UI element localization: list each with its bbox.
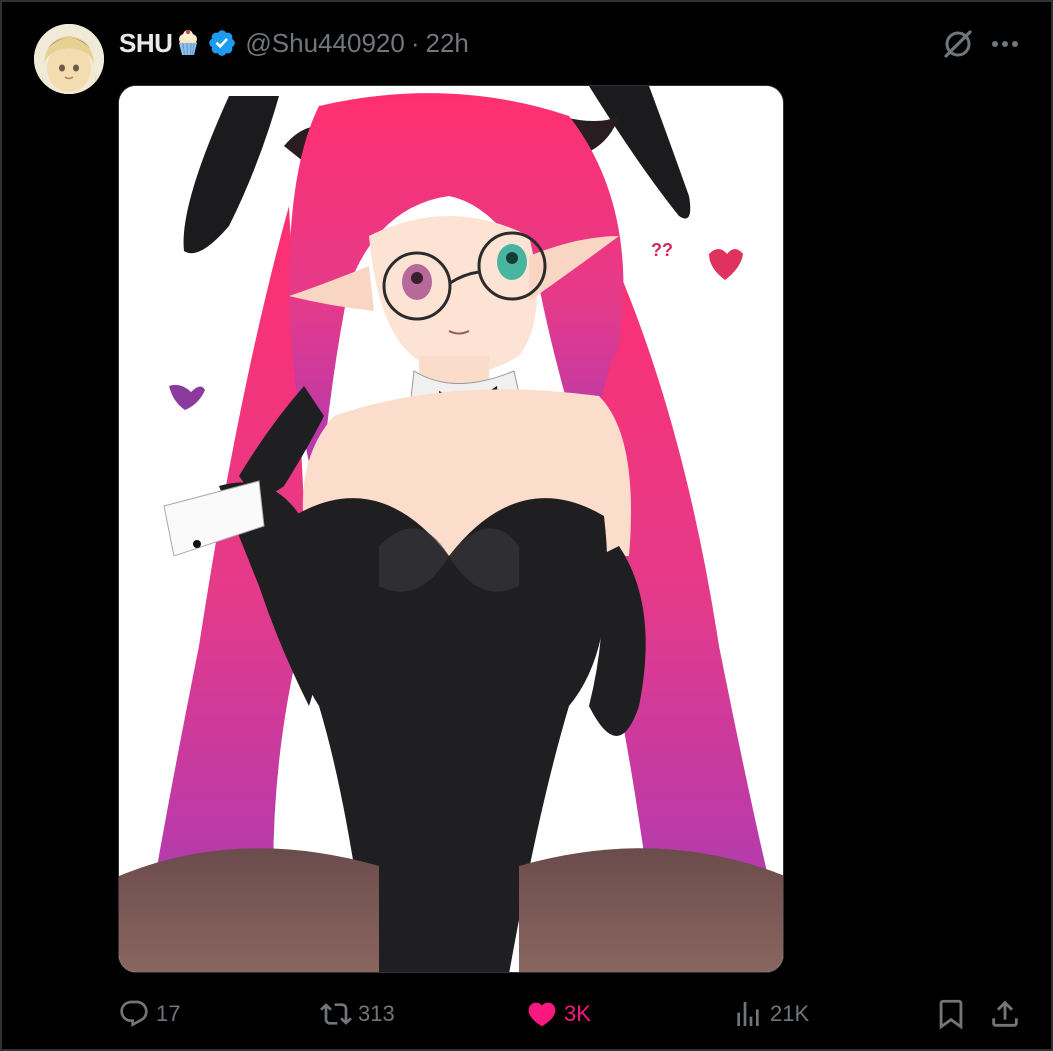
- avatar[interactable]: [34, 24, 104, 94]
- tweet-card[interactable]: SHU @Shu440920 · 22h ?? 17 313 3K 21K: [0, 0, 1053, 1051]
- user-handle[interactable]: @Shu440920: [245, 28, 404, 59]
- avatar-image: [34, 24, 104, 94]
- reply-icon: [120, 1000, 148, 1027]
- action-bar: 17 313 3K 21K: [2, 992, 1053, 1036]
- more-options-icon[interactable]: [986, 26, 1024, 62]
- analytics-icon: [737, 1002, 759, 1026]
- heart-icon: [528, 1002, 556, 1027]
- views-button[interactable]: 21K: [732, 992, 809, 1036]
- grok-icon[interactable]: [940, 26, 976, 62]
- reply-button[interactable]: 17: [118, 992, 180, 1036]
- cupcake-emoji-icon: [175, 29, 201, 57]
- bookmark-button[interactable]: [934, 997, 968, 1031]
- svg-text:??: ??: [651, 240, 673, 260]
- verified-badge-icon[interactable]: [207, 28, 237, 58]
- anime-girl-illustration: ??: [119, 86, 783, 972]
- views-count: 21K: [770, 1001, 810, 1026]
- like-count: 3K: [564, 1001, 591, 1026]
- tweet-media-image[interactable]: ??: [118, 85, 784, 973]
- tweet-header: SHU @Shu440920 · 22h: [119, 26, 469, 60]
- separator-dot: ·: [410, 27, 420, 58]
- share-icon: [992, 1000, 1018, 1027]
- repost-icon: [320, 1003, 352, 1025]
- repost-button[interactable]: 313: [320, 992, 395, 1036]
- bookmark-icon: [939, 999, 963, 1030]
- timestamp[interactable]: 22h: [426, 28, 469, 59]
- like-button[interactable]: 3K: [526, 992, 591, 1036]
- display-name[interactable]: SHU: [119, 28, 173, 59]
- repost-count: 313: [358, 1001, 395, 1026]
- reply-count: 17: [156, 1001, 181, 1026]
- share-button[interactable]: [988, 997, 1022, 1031]
